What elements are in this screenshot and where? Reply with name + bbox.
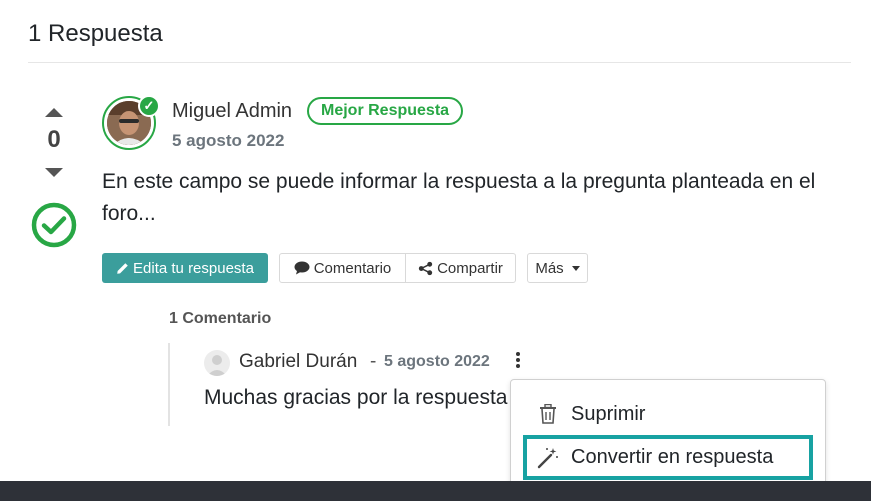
comment-button[interactable]: Comentario xyxy=(280,254,406,282)
verified-check-icon: ✓ xyxy=(138,95,160,117)
comment-avatar xyxy=(204,350,230,376)
answer-author[interactable]: Miguel Admin xyxy=(172,100,292,123)
trash-icon xyxy=(535,401,561,427)
vote-count: 0 xyxy=(47,126,61,153)
more-dropdown-button[interactable]: Más xyxy=(527,253,588,283)
share-icon xyxy=(418,261,433,275)
share-label: Compartir xyxy=(437,259,503,277)
vote-down-icon[interactable] xyxy=(45,168,63,177)
vote-up-icon[interactable] xyxy=(45,108,63,117)
convert-label: Convertir en respuesta xyxy=(571,446,774,468)
speech-bubble-icon xyxy=(294,261,310,275)
title-divider xyxy=(28,62,851,63)
answers-count-title: 1 Respuesta xyxy=(28,20,163,47)
more-label: Más xyxy=(535,259,564,277)
kebab-menu-icon[interactable] xyxy=(514,352,522,368)
comment-date: 5 agosto 2022 xyxy=(384,353,490,370)
comment-body: Muchas gracias por la respuesta xyxy=(204,386,508,409)
pencil-icon xyxy=(117,262,128,274)
comment-author[interactable]: Gabriel Durán xyxy=(239,351,357,373)
comment-separator: - xyxy=(370,351,377,372)
comment-label: Comentario xyxy=(313,259,392,277)
delete-label: Suprimir xyxy=(571,402,646,425)
comment-actions-dropdown: Suprimir Convertir en respuesta xyxy=(510,379,826,492)
answer-body: En este campo se puede informar la respu… xyxy=(102,170,816,225)
comment-thread-line xyxy=(168,343,170,426)
delete-comment-item[interactable]: Suprimir xyxy=(511,392,825,436)
edit-answer-button[interactable]: Edita tu respuesta xyxy=(102,253,268,283)
footer-bar xyxy=(0,481,871,501)
share-button[interactable]: Compartir xyxy=(406,254,515,282)
accepted-answer-icon[interactable] xyxy=(30,201,78,249)
user-placeholder-icon xyxy=(207,355,227,376)
best-answer-badge: Mejor Respuesta xyxy=(307,97,464,125)
author-avatar[interactable]: ✓ xyxy=(102,95,160,154)
comment-share-group: Comentario Compartir xyxy=(279,253,516,283)
convert-to-answer-item[interactable]: Convertir en respuesta xyxy=(523,435,813,480)
chevron-down-icon xyxy=(571,265,580,271)
answer-date: 5 agosto 2022 xyxy=(172,131,285,150)
magic-wand-icon xyxy=(535,445,561,471)
edit-answer-label: Edita tu respuesta xyxy=(133,259,254,277)
comments-count-title: 1 Comentario xyxy=(169,310,272,327)
